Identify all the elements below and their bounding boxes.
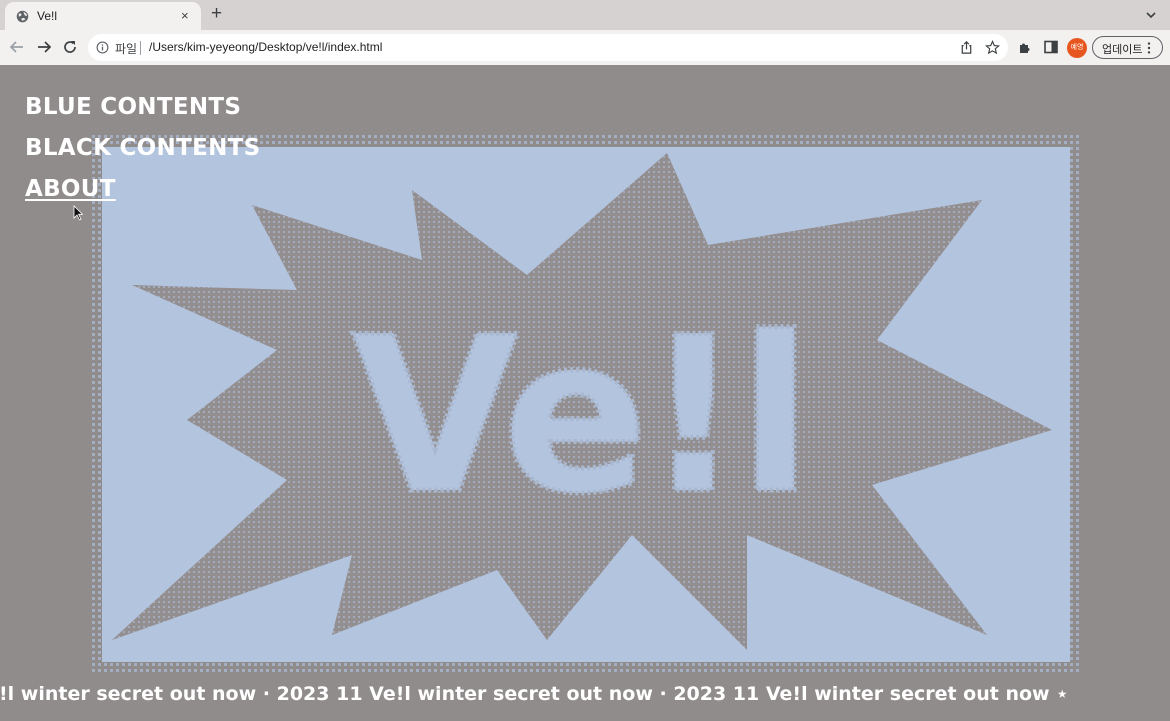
- hero-poster-image: Ve!l: [92, 135, 1082, 673]
- browser-tab[interactable]: Ve!l ×: [5, 2, 201, 32]
- new-tab-icon[interactable]: +: [211, 3, 222, 25]
- browser-toolbar: 파일 /Users/kim-yeyeong/Desktop/ve!l/index…: [0, 30, 1170, 65]
- info-icon[interactable]: [96, 41, 109, 54]
- tab-title: Ve!l: [37, 9, 58, 23]
- update-button-label: 업데이트: [1102, 44, 1143, 56]
- extensions-icon[interactable]: [1017, 39, 1033, 55]
- profile-avatar[interactable]: 예영: [1067, 38, 1087, 58]
- address-bar[interactable]: 파일 /Users/kim-yeyeong/Desktop/ve!l/index…: [88, 34, 1008, 61]
- mouse-cursor-icon: [73, 205, 83, 221]
- side-panel-icon[interactable]: [1043, 39, 1059, 55]
- reload-icon[interactable]: [61, 38, 79, 56]
- bookmark-star-icon[interactable]: [985, 40, 1000, 55]
- menu-link-black-contents[interactable]: BLACK CONTENTS: [25, 133, 260, 174]
- page-viewport: Ve!l BLUE CONTENTS BLACK CONTENTS ABOUT …: [0, 65, 1170, 721]
- tab-strip: Ve!l × +: [0, 0, 1170, 32]
- menu-link-blue-contents[interactable]: BLUE CONTENTS: [25, 92, 260, 133]
- hero-wordmark: Ve!l: [352, 290, 808, 541]
- address-divider: [140, 41, 141, 55]
- side-menu: BLUE CONTENTS BLACK CONTENTS ABOUT: [25, 92, 260, 215]
- update-button[interactable]: 업데이트: [1092, 36, 1163, 59]
- url-text[interactable]: /Users/kim-yeyeong/Desktop/ve!l/index.ht…: [149, 40, 382, 54]
- back-icon[interactable]: [8, 38, 26, 56]
- chevron-down-icon[interactable]: [1145, 9, 1157, 21]
- ticker-marquee: !l winter secret out now ⋅ 2023 11 Ve!l …: [0, 683, 1069, 705]
- scheme-label: 파일: [115, 42, 138, 56]
- share-icon[interactable]: [959, 40, 974, 55]
- menu-link-about[interactable]: ABOUT: [25, 174, 260, 215]
- close-tab-icon[interactable]: ×: [181, 8, 189, 24]
- forward-icon[interactable]: [35, 38, 53, 56]
- more-vert-icon: [1147, 42, 1151, 54]
- globe-icon: [16, 10, 29, 23]
